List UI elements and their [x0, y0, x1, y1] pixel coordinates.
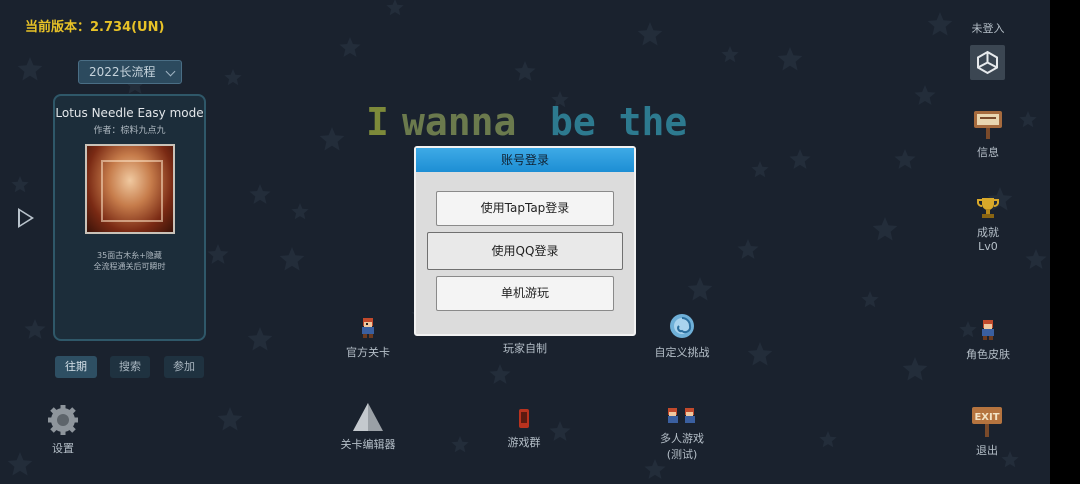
qq-login-button[interactable]: 使用QQ登录 — [427, 232, 623, 270]
exit-label: 退出 — [976, 444, 998, 457]
unity-button[interactable] — [970, 45, 1005, 80]
character-skin-button[interactable]: 角色皮肤 — [957, 318, 1019, 362]
taptap-login-button[interactable]: 使用TapTap登录 — [436, 191, 614, 226]
card-title: Lotus Needle Easy mode — [55, 106, 204, 120]
tab-search[interactable]: 搜索 — [110, 356, 150, 378]
multiplayer-sub-label: (测试) — [666, 448, 698, 461]
game-group-button[interactable]: 游戏群 — [496, 408, 552, 450]
level-editor-button[interactable]: 关卡编辑器 — [333, 402, 403, 452]
level-editor-label: 关卡编辑器 — [340, 438, 396, 451]
featured-level-card[interactable]: Lotus Needle Easy mode 作者：棕料九点九 35面古木糸+隐… — [53, 94, 206, 341]
login-dialog: 账号登录 使用TapTap登录 使用QQ登录 单机游玩 — [414, 146, 636, 336]
unity-icon — [977, 50, 998, 75]
sign-icon — [974, 111, 1002, 139]
title-word-wanna: wanna — [402, 100, 517, 144]
achievement-label: 成就 — [977, 226, 999, 239]
account-status[interactable]: 未登入 — [958, 20, 1018, 36]
exit-button[interactable]: EXIT 退出 — [964, 404, 1010, 458]
login-dialog-title: 账号登录 — [416, 148, 634, 172]
player-made-label: 玩家自制 — [503, 342, 547, 355]
card-desc-line2: 全流程通关后可瞬时 — [93, 262, 166, 271]
tab-past[interactable]: 往期 — [55, 356, 97, 378]
multiplayer-label: 多人游戏 — [660, 432, 704, 445]
multiplayer-button[interactable]: 多人游戏 (测试) — [646, 406, 718, 462]
card-author: 作者：棕料九点九 — [93, 126, 166, 136]
chevron-down-icon — [165, 66, 176, 77]
game-group-label: 游戏群 — [507, 436, 541, 449]
character-skin-label: 角色皮肤 — [966, 348, 1010, 361]
multiplayer-kids-icon — [668, 408, 695, 423]
settings-button[interactable]: 设置 — [42, 404, 84, 456]
custom-challenge-button[interactable]: 自定义挑战 — [646, 312, 718, 360]
official-levels-button[interactable]: 官方关卡 — [335, 316, 401, 360]
achievement-button[interactable]: 成就 Lv0 — [962, 196, 1014, 253]
title-word-be-the: be the — [550, 100, 688, 144]
year-select[interactable]: 2022长流程 — [78, 60, 182, 84]
custom-challenge-label: 自定义挑战 — [654, 346, 710, 359]
level-thumbnail — [85, 144, 175, 234]
kid-icon — [982, 320, 994, 340]
version-label: 当前版本：2.734(UN) — [25, 20, 165, 35]
triangle-icon — [353, 403, 383, 431]
offline-play-button[interactable]: 单机游玩 — [436, 276, 614, 311]
mail-label: 信息 — [977, 146, 999, 159]
title-word-i: I — [366, 100, 389, 144]
achievement-level: Lv0 — [978, 240, 998, 253]
spiral-icon — [670, 314, 694, 338]
phone-icon — [519, 409, 529, 428]
screen-edge — [1050, 0, 1080, 484]
settings-label: 设置 — [52, 442, 74, 455]
gear-icon — [48, 405, 78, 435]
exit-sign-icon: EXIT — [972, 407, 1002, 437]
svg-text:EXIT: EXIT — [974, 412, 999, 423]
kid-icon — [362, 318, 374, 338]
year-select-value: 2022长流程 — [89, 65, 156, 79]
official-levels-label: 官方关卡 — [346, 346, 390, 359]
trophy-icon — [977, 198, 999, 218]
mail-button[interactable]: 信息 — [967, 108, 1009, 160]
player-made-button[interactable]: 玩家自制 — [492, 340, 558, 356]
card-desc-line1: 35面古木糸+隐藏 — [97, 251, 162, 260]
play-arrow-icon[interactable] — [18, 208, 34, 228]
tab-join[interactable]: 参加 — [164, 356, 204, 378]
